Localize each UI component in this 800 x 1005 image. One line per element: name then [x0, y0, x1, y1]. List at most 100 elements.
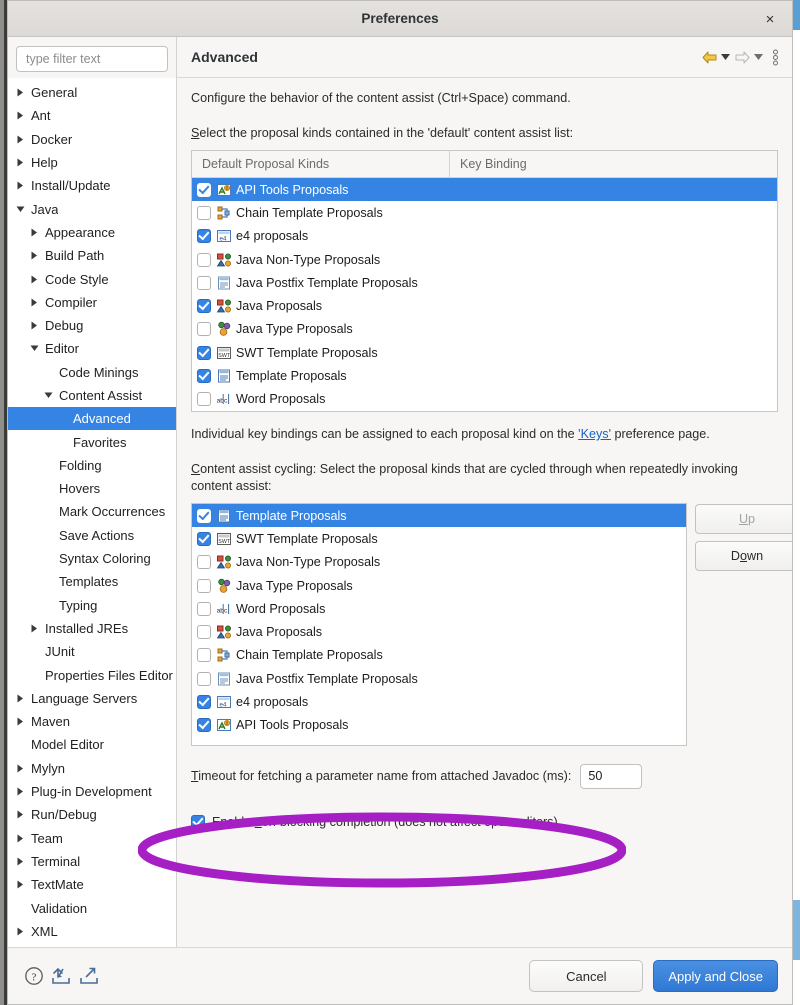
proposal-checkbox[interactable]	[197, 555, 211, 570]
sidebar-item-help[interactable]: Help	[8, 151, 176, 174]
sidebar-item-compiler[interactable]: Compiler	[8, 291, 176, 314]
sidebar-item-team[interactable]: Team	[8, 827, 176, 850]
cycling-list[interactable]: Template Proposals SWT SWT Template Propos…	[191, 502, 687, 746]
chevron-right-icon[interactable]	[28, 298, 41, 307]
proposal-checkbox[interactable]	[197, 345, 211, 360]
proposal-row[interactable]: e4 e4 proposals	[192, 690, 686, 713]
sidebar-item-textmate[interactable]: TextMate	[8, 873, 176, 896]
export-preferences-icon[interactable]	[78, 966, 100, 986]
sidebar-item-terminal[interactable]: Terminal	[8, 850, 176, 873]
chevron-right-icon[interactable]	[14, 810, 27, 819]
proposal-checkbox[interactable]	[197, 182, 211, 197]
chevron-right-icon[interactable]	[14, 717, 27, 726]
sidebar-item-docker[interactable]: Docker	[8, 128, 176, 151]
sidebar-item-install-update[interactable]: Install/Update	[8, 174, 176, 197]
chevron-right-icon[interactable]	[14, 834, 27, 843]
close-icon[interactable]: ×	[760, 9, 780, 29]
proposal-checkbox[interactable]	[197, 275, 211, 290]
proposal-row[interactable]: e4 e4 proposals	[192, 225, 777, 248]
proposal-row[interactable]: Chain Template Proposals	[192, 644, 686, 667]
proposal-row[interactable]: SWT SWT Template Proposals	[192, 527, 686, 550]
back-history-dropdown[interactable]	[718, 54, 732, 60]
proposal-checkbox[interactable]	[197, 648, 211, 663]
proposal-checkbox[interactable]	[197, 508, 211, 523]
sidebar-item-xml[interactable]: XML	[8, 920, 176, 943]
sidebar-item-junit[interactable]: JUnit	[8, 640, 176, 663]
proposal-checkbox[interactable]	[197, 299, 211, 314]
sidebar-item-run-debug[interactable]: Run/Debug	[8, 803, 176, 826]
sidebar-item-content-assist[interactable]: Content Assist	[8, 384, 176, 407]
proposal-checkbox[interactable]	[197, 601, 211, 616]
proposal-checkbox[interactable]	[197, 205, 211, 220]
move-up-button[interactable]: Up	[695, 503, 792, 534]
chevron-right-icon[interactable]	[14, 158, 27, 167]
import-preferences-icon[interactable]	[50, 966, 72, 986]
proposal-checkbox[interactable]	[197, 392, 211, 407]
chevron-right-icon[interactable]	[14, 857, 27, 866]
view-menu-button[interactable]	[773, 49, 778, 66]
sidebar-item-build-path[interactable]: Build Path	[8, 244, 176, 267]
proposal-row[interactable]: Java Non-Type Proposals	[192, 248, 777, 271]
proposal-row[interactable]: Java Proposals	[192, 294, 777, 317]
sidebar-item-templates[interactable]: Templates	[8, 570, 176, 593]
proposal-checkbox[interactable]	[197, 578, 211, 593]
chevron-right-icon[interactable]	[14, 787, 27, 796]
sidebar-item-code-style[interactable]: Code Style	[8, 267, 176, 290]
sidebar-item-debug[interactable]: Debug	[8, 314, 176, 337]
nonblocking-completion-row[interactable]: Enable non-blocking completion (does not…	[191, 814, 778, 829]
sidebar-item-installed-jres[interactable]: Installed JREs	[8, 617, 176, 640]
back-button[interactable]	[701, 50, 718, 65]
sidebar-item-editor[interactable]: Editor	[8, 337, 176, 360]
sidebar-item-favorites[interactable]: Favorites	[8, 430, 176, 453]
proposal-row[interactable]: API Tools Proposals	[192, 178, 777, 202]
nonblocking-completion-checkbox[interactable]	[191, 814, 205, 829]
column-header-default-proposal-kinds[interactable]: Default Proposal Kinds	[192, 151, 450, 177]
sidebar-item-general[interactable]: General	[8, 81, 176, 104]
column-header-key-binding[interactable]: Key Binding	[450, 151, 527, 177]
chevron-right-icon[interactable]	[28, 228, 41, 237]
proposal-checkbox[interactable]	[197, 718, 211, 733]
chevron-right-icon[interactable]	[14, 181, 27, 190]
proposal-row[interactable]: Java Type Proposals	[192, 574, 686, 597]
chevron-down-icon[interactable]	[28, 345, 41, 352]
proposal-row[interactable]: Java Non-Type Proposals	[192, 551, 686, 574]
sidebar-item-java[interactable]: Java	[8, 197, 176, 220]
move-down-button[interactable]: Down	[695, 540, 792, 571]
sidebar-item-properties-files-editor[interactable]: Properties Files Editor	[8, 663, 176, 686]
proposal-row[interactable]: ab c Word Proposals	[192, 597, 686, 620]
sidebar-item-appearance[interactable]: Appearance	[8, 221, 176, 244]
sidebar-item-save-actions[interactable]: Save Actions	[8, 524, 176, 547]
proposal-row[interactable]: Java Postfix Template Proposals	[192, 271, 777, 294]
proposal-row[interactable]: SWT SWT Template Proposals	[192, 341, 777, 364]
proposal-checkbox[interactable]	[197, 322, 211, 337]
chevron-down-icon[interactable]	[42, 392, 55, 399]
sidebar-item-code-minings[interactable]: Code Minings	[8, 361, 176, 384]
proposal-checkbox[interactable]	[197, 671, 211, 686]
forward-button[interactable]	[734, 50, 751, 65]
sidebar-item-validation[interactable]: Validation	[8, 896, 176, 919]
chevron-right-icon[interactable]	[28, 624, 41, 633]
sidebar-item-advanced[interactable]: Advanced	[8, 407, 176, 431]
chevron-right-icon[interactable]	[28, 321, 41, 330]
proposal-row[interactable]: ab c Word Proposals	[192, 388, 777, 411]
apply-and-close-button[interactable]: Apply and Close	[653, 960, 778, 992]
sidebar-item-maven[interactable]: Maven	[8, 710, 176, 733]
sidebar-item-typing[interactable]: Typing	[8, 594, 176, 617]
chevron-right-icon[interactable]	[14, 764, 27, 773]
sidebar-item-syntax-coloring[interactable]: Syntax Coloring	[8, 547, 176, 570]
proposal-checkbox[interactable]	[197, 369, 211, 384]
chevron-down-icon[interactable]	[14, 206, 27, 213]
sidebar-item-mark-occurrences[interactable]: Mark Occurrences	[8, 500, 176, 523]
sidebar-item-hovers[interactable]: Hovers	[8, 477, 176, 500]
timeout-input[interactable]	[580, 763, 643, 789]
keys-preference-link[interactable]: 'Keys'	[578, 427, 611, 441]
chevron-right-icon[interactable]	[14, 111, 27, 120]
forward-history-dropdown[interactable]	[751, 54, 765, 60]
proposal-row[interactable]: Java Postfix Template Proposals	[192, 667, 686, 690]
chevron-right-icon[interactable]	[14, 135, 27, 144]
proposal-row[interactable]: Java Proposals	[192, 620, 686, 643]
chevron-right-icon[interactable]	[28, 251, 41, 260]
chevron-right-icon[interactable]	[14, 88, 27, 97]
proposal-row[interactable]: Java Type Proposals	[192, 318, 777, 341]
proposal-row[interactable]: API Tools Proposals	[192, 714, 686, 737]
